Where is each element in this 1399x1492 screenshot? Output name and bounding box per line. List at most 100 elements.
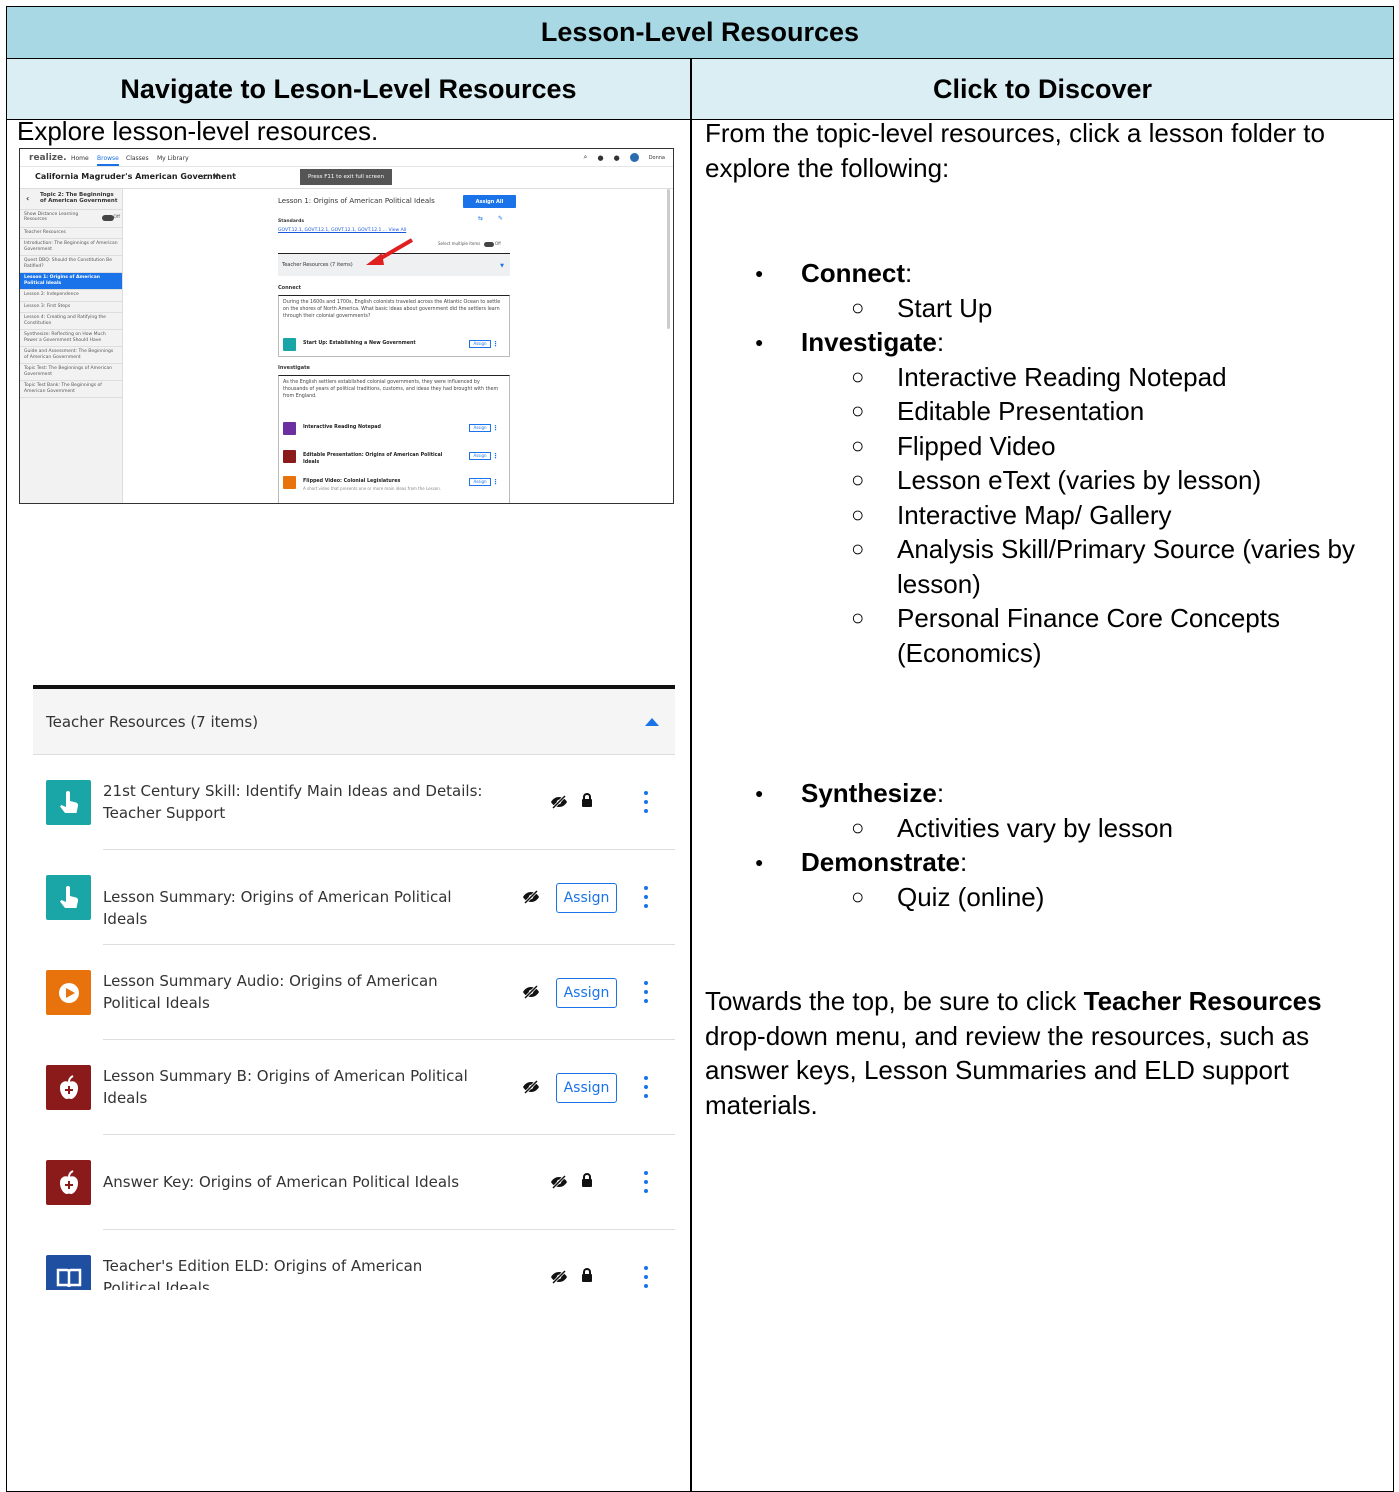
sidebar-item[interactable]: Introduction: The Beginnings of American…	[20, 239, 122, 257]
bullet-label: Synthesize	[801, 778, 937, 808]
sidebar-item-list: Teacher Resources Introduction: The Begin…	[20, 228, 122, 399]
start-up-resource[interactable]: Start Up: Establishing a New Government …	[283, 338, 505, 354]
standards-label: Standards	[278, 219, 305, 224]
resource-description: A short video that presents one or more …	[303, 486, 442, 491]
more-vertical-icon[interactable]: ⋮	[492, 339, 499, 349]
investigate-resource[interactable]: Flipped Video: Colonial Legislatures Assi…	[283, 476, 505, 492]
sidebar-topic-title: Topic 2: The Beginnings of American Gove…	[40, 192, 118, 204]
teacher-resources-screenshot: Teacher Resources (7 items) 21st Century…	[33, 685, 675, 1290]
search-icon[interactable]: ⌕	[584, 153, 588, 162]
resource-row[interactable]: Teacher's Edition ELD: Origins of Americ…	[33, 1230, 675, 1290]
share-icon[interactable]: ⇆	[478, 215, 483, 222]
assign-button[interactable]: Assign	[556, 978, 617, 1008]
assign-button[interactable]: Assign	[556, 1073, 617, 1103]
chevron-up-icon[interactable]	[645, 718, 659, 726]
help-icon[interactable]: ●	[614, 154, 620, 162]
more-vertical-icon[interactable]	[639, 1073, 653, 1101]
sidebar-item[interactable]: Teacher Resources	[20, 228, 122, 240]
sub-bullet: Quiz (online)	[705, 880, 1173, 915]
sidebar-item[interactable]: Lesson 4: Creating and Ratifying the Con…	[20, 313, 122, 330]
sub-bullet: Analysis Skill/Primary Source (varies by…	[705, 532, 1399, 601]
nav-my-library[interactable]: My Library	[157, 155, 189, 162]
bell-icon[interactable]: ●	[597, 154, 603, 162]
sidebar-topic-header[interactable]: ‹ Topic 2: The Beginnings of American Go…	[20, 189, 122, 210]
bullet-demonstrate: Demonstrate:	[705, 845, 1173, 880]
more-vertical-icon[interactable]: ⋮	[492, 477, 499, 487]
resource-title[interactable]: 21st Century Skill: Identify Main Ideas …	[103, 780, 483, 824]
resource-name: Interactive Reading Notepad	[303, 425, 381, 430]
sub-bullet: Activities vary by lesson	[705, 811, 1173, 846]
resource-row[interactable]: Lesson Summary: Origins of American Poli…	[33, 850, 675, 945]
back-chevron-icon[interactable]: ‹	[26, 194, 29, 203]
sub-bullet: Lesson eText (varies by lesson)	[705, 463, 1399, 498]
assign-all-button[interactable]: Assign All	[463, 195, 516, 208]
more-vertical-icon[interactable]: ⋮	[492, 423, 499, 433]
nav-home[interactable]: Home	[71, 155, 89, 162]
teacher-resources-header[interactable]: Teacher Resources (7 items)	[33, 689, 675, 755]
distance-learning-toggle[interactable]: Show Distance Learning Resources Off	[20, 210, 122, 228]
more-vertical-icon[interactable]	[639, 883, 653, 911]
apple-icon	[46, 1065, 91, 1110]
resource-row[interactable]: Lesson Summary B: Origins of American Po…	[33, 1040, 675, 1135]
sidebar-item[interactable]: Lesson 2: Independence	[20, 290, 122, 302]
left-intro-text: Explore lesson-level resources.	[17, 116, 379, 146]
user-name[interactable]: Donna	[649, 155, 665, 161]
investigate-resource[interactable]: Interactive Reading Notepad Assign ⋮	[283, 422, 505, 438]
resource-icon	[283, 422, 296, 435]
more-vertical-icon[interactable]	[639, 1168, 653, 1196]
resource-title[interactable]: Lesson Summary: Origins of American Poli…	[103, 886, 483, 930]
resource-icon	[283, 476, 296, 489]
resource-row[interactable]: Lesson Summary Audio: Origins of America…	[33, 945, 675, 1040]
chevron-down-icon[interactable]: ▼	[500, 263, 504, 269]
edit-icon[interactable]: ✎	[498, 215, 503, 222]
sidebar-item[interactable]: Quest DBQ: Should the Constitution Be Ra…	[20, 256, 122, 274]
more-vertical-icon[interactable]	[639, 788, 653, 816]
bullet-label: Connect	[801, 258, 905, 288]
bullet-synthesize: Synthesize:	[705, 776, 1173, 811]
more-vertical-icon[interactable]: ⋮	[492, 451, 499, 461]
wrench-icon[interactable]: ⚒	[212, 172, 219, 181]
program-bar: California Magruder's American Governmen…	[20, 167, 673, 189]
investigate-card: As the English settlers established colo…	[278, 375, 510, 503]
sidebar-item[interactable]: Guide and Assessment: The Beginnings of …	[20, 347, 122, 364]
select-multiple-toggle[interactable]	[483, 241, 494, 247]
resource-name: Editable Presentation: Origins of Americ…	[303, 453, 443, 465]
sidebar-item[interactable]: Lesson 3: First Steps	[20, 302, 122, 313]
assign-button[interactable]: Assign	[469, 478, 491, 486]
investigate-text: As the English settlers established colo…	[283, 380, 499, 399]
assign-button[interactable]: Assign	[469, 452, 491, 460]
investigate-resource[interactable]: Editable Presentation: Origins of Americ…	[283, 450, 505, 466]
toggle-switch[interactable]	[102, 215, 114, 221]
sidebar-item[interactable]: Synthesize: Reflecting on How Much Power…	[20, 330, 122, 347]
nav-classes[interactable]: Classes	[126, 155, 149, 162]
more-vertical-icon[interactable]	[639, 978, 653, 1006]
resource-title[interactable]: Answer Key: Origins of American Politica…	[103, 1171, 483, 1193]
assign-button[interactable]: Assign	[469, 424, 491, 432]
resource-title[interactable]: Teacher's Edition ELD: Origins of Americ…	[103, 1255, 483, 1290]
assign-button[interactable]: Assign	[469, 340, 491, 348]
eye-slash-icon	[550, 794, 568, 813]
more-vertical-icon[interactable]	[639, 1263, 653, 1290]
avatar[interactable]	[629, 153, 639, 162]
resource-title[interactable]: Lesson Summary Audio: Origins of America…	[103, 970, 483, 1014]
teacher-resources-title: Teacher Resources (7 items)	[46, 713, 259, 731]
lock-icon	[581, 1172, 593, 1187]
eye-slash-icon	[550, 1269, 568, 1288]
resource-row[interactable]: 21st Century Skill: Identify Main Ideas …	[33, 755, 675, 850]
nav-browse[interactable]: Browse	[97, 155, 119, 166]
lock-icon	[581, 1267, 593, 1282]
sidebar-item[interactable]: Topic Test Bank: The Beginnings of Ameri…	[20, 381, 122, 399]
sidebar-item[interactable]: Lesson 1: Origins of American Political …	[20, 273, 122, 291]
assign-button[interactable]: Assign	[556, 883, 617, 913]
sub-bullet: Interactive Map/ Gallery	[705, 498, 1399, 533]
red-arrow-annotation	[366, 238, 414, 265]
scrollbar[interactable]	[667, 189, 670, 329]
resource-row[interactable]: Answer Key: Origins of American Politica…	[33, 1135, 675, 1230]
select-multiple-items[interactable]: Select multiple items Off	[438, 241, 501, 247]
resource-title[interactable]: Lesson Summary B: Origins of American Po…	[103, 1065, 483, 1109]
sidebar-item[interactable]: Topic Test: The Beginnings of American G…	[20, 364, 122, 382]
book-icon[interactable]: ▭	[202, 172, 210, 181]
standards-links[interactable]: GOVT.12.1, GOVT.12.1, GOVT.12.1, GOVT.12…	[278, 228, 406, 233]
bullet-label: Investigate	[801, 327, 937, 357]
toolbar-icons[interactable]: ▭ ⚒	[202, 172, 219, 181]
